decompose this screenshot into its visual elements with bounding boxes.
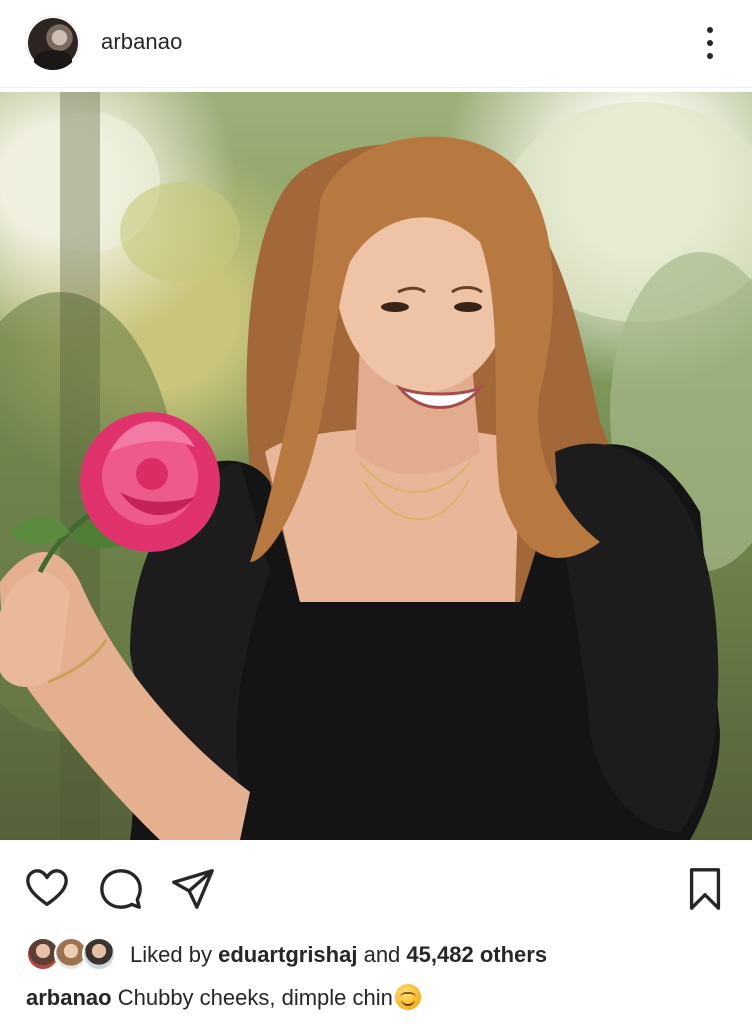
more-vertical-icon[interactable] (704, 27, 716, 59)
caption-text: Chubby cheeks, dimple chin (117, 985, 393, 1010)
post-caption: arbanao Chubby cheeks, dimple chin (26, 984, 421, 1011)
post-action-bar (0, 860, 752, 916)
post-photo[interactable] (0, 92, 752, 840)
likes-count[interactable]: 45,482 others (406, 942, 547, 967)
post-header: arbanao (0, 0, 752, 88)
likes-conjunction: and (363, 942, 401, 967)
post-username[interactable]: arbanao (101, 29, 182, 55)
comment-icon[interactable] (98, 866, 144, 912)
caption-username[interactable]: arbanao (26, 985, 112, 1010)
send-icon[interactable] (170, 866, 216, 912)
profile-avatar[interactable] (26, 16, 80, 70)
likes-prefix: Liked by (130, 942, 212, 967)
likes-row[interactable]: Liked by eduartgrishaj and 45,482 others (26, 935, 547, 975)
bookmark-icon[interactable] (682, 866, 728, 912)
liker-avatar (82, 937, 116, 971)
likes-text: Liked by eduartgrishaj and 45,482 others (130, 942, 547, 968)
photo-illustration (0, 92, 752, 840)
liked-by-user[interactable]: eduartgrishaj (218, 942, 357, 967)
liker-avatars (26, 937, 118, 973)
heart-icon[interactable] (24, 866, 70, 912)
smiling-face-emoji-icon (394, 984, 421, 1010)
